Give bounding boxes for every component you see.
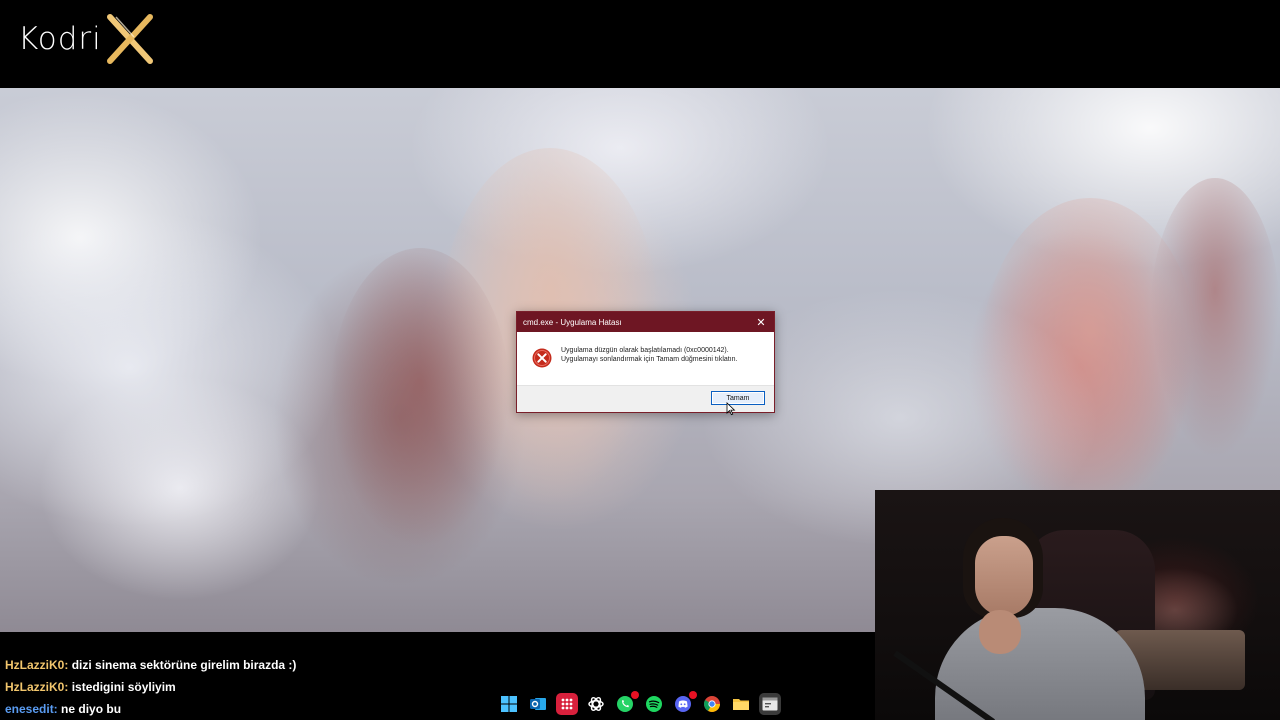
discord-icon[interactable]: [672, 691, 697, 715]
ok-button[interactable]: Tamam: [711, 391, 765, 405]
chrome-icon[interactable]: [701, 693, 723, 715]
performer-silhouette: [1150, 178, 1280, 458]
terminal-icon[interactable]: [758, 693, 781, 715]
close-icon[interactable]: ✕: [754, 316, 768, 329]
smoke-cloud: [0, 208, 340, 528]
chat-username: HzLazziK0:: [5, 658, 69, 672]
error-dialog: cmd.exe - Uygulama Hatası ✕ Uygulama düz…: [516, 311, 775, 413]
chat-message: HzLazziK0: dizi sinema sektörüne girelim…: [5, 658, 296, 672]
outlook-icon[interactable]: [527, 693, 549, 715]
logo-text: Kodri: [18, 21, 102, 57]
logo-x-mark: [106, 14, 153, 64]
webcam-overlay: [875, 490, 1280, 720]
error-icon: [532, 348, 552, 368]
file-explorer-icon[interactable]: [730, 693, 752, 715]
chat-message: HzLazziK0: istedigini söyliyim: [5, 680, 176, 694]
dialog-message-line: Uygulamayı sonlandırmak için Tamam düğme…: [561, 356, 738, 363]
chat-username: HzLazziK0:: [5, 680, 69, 694]
mouse-cursor-icon: [726, 402, 736, 416]
channel-logo: Kodri: [18, 14, 156, 64]
dialog-title: cmd.exe - Uygulama Hatası: [523, 317, 622, 327]
chat-text: dizi sinema sektörüne girelim birazda :): [71, 658, 297, 672]
notification-badge: [630, 691, 639, 699]
notification-badge: [688, 691, 697, 699]
chat-text: istedigini söyliyim: [71, 680, 176, 694]
chat-text: ne diyo bu: [61, 702, 122, 716]
streamer-hand: [979, 610, 1021, 654]
streamer-face: [975, 536, 1033, 616]
chat-username: enesedit:: [5, 702, 58, 716]
windows-start-icon[interactable]: [498, 693, 520, 715]
chatgpt-icon[interactable]: [585, 693, 607, 715]
whatsapp-icon[interactable]: [614, 691, 639, 715]
taskbar: [494, 690, 784, 718]
top-bar: Kodri: [0, 0, 1280, 88]
dialog-titlebar[interactable]: cmd.exe - Uygulama Hatası ✕: [517, 312, 774, 332]
performer-silhouette: [330, 248, 510, 548]
spotify-icon[interactable]: [643, 693, 665, 715]
chat-message: enesedit: ne diyo bu: [5, 702, 121, 716]
dialog-message-line: Uygulama düzgün olarak başlatılamadı (0x…: [561, 347, 729, 354]
app-grid-icon[interactable]: [555, 693, 578, 715]
